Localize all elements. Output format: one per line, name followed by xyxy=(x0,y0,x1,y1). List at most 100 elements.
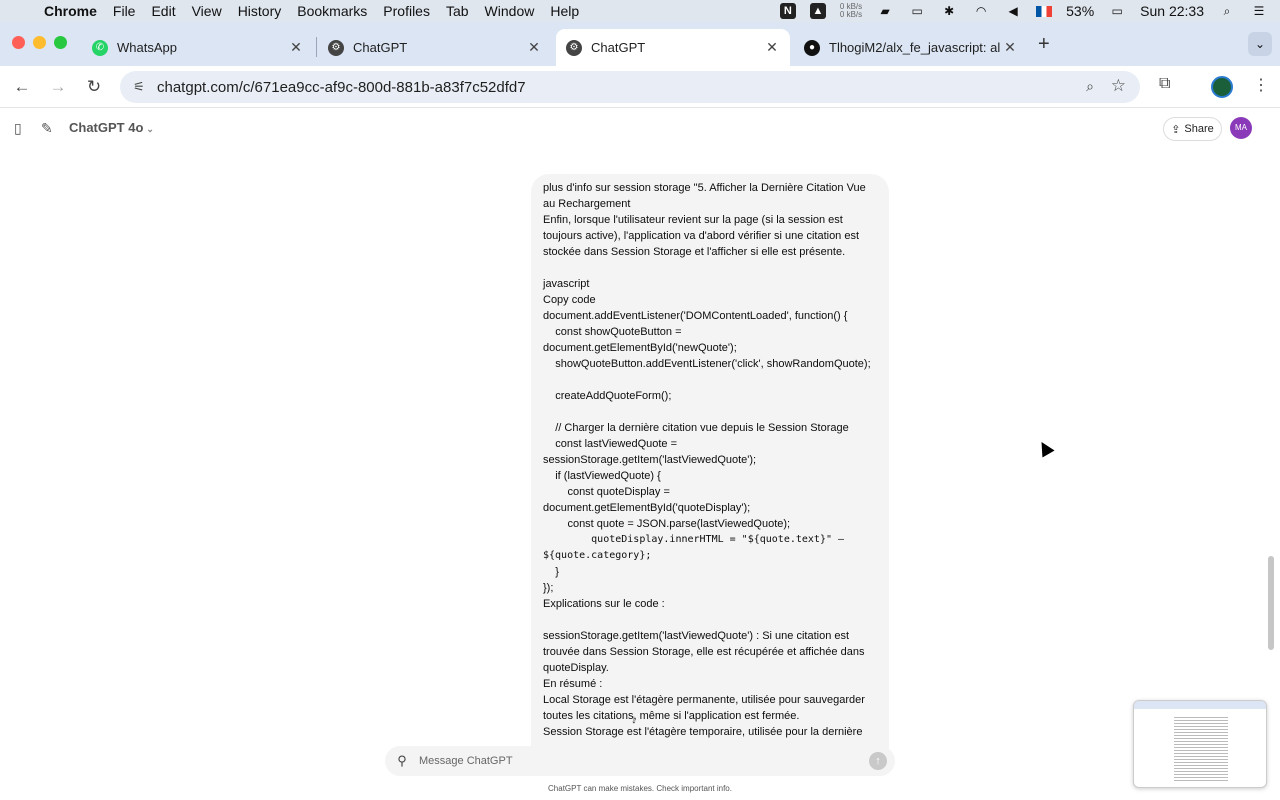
model-selector[interactable]: ChatGPT 4o ⌄ xyxy=(69,120,154,135)
menu-bookmarks[interactable]: Bookmarks xyxy=(289,3,375,19)
tab-search-chevron-icon[interactable]: ⌄ xyxy=(1248,32,1272,56)
new-chat-icon[interactable]: ✎ xyxy=(41,120,53,137)
menu-profiles[interactable]: Profiles xyxy=(375,3,438,19)
page-scrollbar[interactable] xyxy=(1268,556,1274,650)
tab-chatgpt-active[interactable]: ⚙ ChatGPT ✕ xyxy=(556,29,790,66)
net-down-speed: 0 kB/s xyxy=(839,10,863,19)
message-composer: ⚲ ↑ xyxy=(385,746,895,776)
menu-tab[interactable]: Tab xyxy=(438,3,477,19)
forward-arrow-icon[interactable]: → xyxy=(46,75,70,99)
wifi-icon[interactable]: ◠ xyxy=(972,4,990,18)
warning-app-icon[interactable]: ▲ xyxy=(809,3,826,19)
extensions-puzzle-icon[interactable]: ⧉ xyxy=(1159,75,1170,93)
close-window-button[interactable] xyxy=(12,36,25,49)
macos-menu-bar: Chrome File Edit View History Bookmarks … xyxy=(0,0,1280,22)
url-text[interactable]: chatgpt.com/c/671ea9cc-af9c-800d-881b-a8… xyxy=(157,79,526,96)
battery-icon[interactable]: ▭ xyxy=(1108,4,1126,18)
message-line: quoteDisplay.innerHTML = "${quote.text}"… xyxy=(543,534,845,545)
menu-app-chrome[interactable]: Chrome xyxy=(40,3,105,19)
volume-icon[interactable]: ◀ xyxy=(1004,4,1022,18)
tab-strip: ✆ WhatsApp ✕ ⚙ ChatGPT ✕ ⚙ ChatGPT ✕ ● T… xyxy=(0,22,1280,66)
new-tab-button[interactable]: + xyxy=(1038,33,1050,56)
message-line: showQuoteButton.addEventListener('click'… xyxy=(543,358,871,370)
message-line: toujours active), l'application va d'abo… xyxy=(543,230,860,242)
message-line: Copy code xyxy=(543,294,596,306)
user-message-bubble: plus d'info sur session storage "5. Affi… xyxy=(531,174,889,754)
bluetooth-icon[interactable]: ✱ xyxy=(940,4,958,18)
window-controls xyxy=(12,36,67,49)
minimize-window-button[interactable] xyxy=(33,36,46,49)
message-line xyxy=(543,612,877,628)
bookmark-star-icon[interactable]: ☆ xyxy=(1111,76,1126,96)
menu-help[interactable]: Help xyxy=(542,3,587,19)
input-source-flag-icon[interactable] xyxy=(1036,5,1053,17)
profile-avatar[interactable] xyxy=(1211,76,1233,98)
message-line: sessionStorage.getItem('lastViewedQuote'… xyxy=(543,630,850,642)
chatgpt-header: ▯ ✎ ChatGPT 4o ⌄ ⇪ Share MA xyxy=(0,108,1280,148)
menu-view[interactable]: View xyxy=(184,3,230,19)
zoom-icon[interactable]: ⌕ xyxy=(1086,78,1094,95)
message-line: } xyxy=(543,566,559,578)
message-line: Session Storage est l'étagère temporaire… xyxy=(543,726,863,738)
clock[interactable]: Sun 22:33 xyxy=(1140,3,1204,19)
battery-percent[interactable]: 53% xyxy=(1066,3,1094,19)
disclaimer-text: ChatGPT can make mistakes. Check importa… xyxy=(548,784,732,793)
message-input[interactable] xyxy=(419,755,869,767)
spotlight-search-icon[interactable]: ⌕ xyxy=(1218,4,1236,18)
browser-toolbar: ← → ↻ ⚟ chatgpt.com/c/671ea9cc-af9c-800d… xyxy=(0,66,1280,108)
close-tab-icon[interactable]: ✕ xyxy=(764,39,780,56)
attach-paperclip-icon[interactable]: ⚲ xyxy=(385,753,419,769)
scroll-down-arrow-icon[interactable]: ↓ xyxy=(631,712,637,726)
message-line: if (lastViewedQuote) { xyxy=(543,470,661,482)
message-line: // Charger la dernière citation vue depu… xyxy=(543,422,849,434)
control-center-icon[interactable]: ☰ xyxy=(1250,4,1268,18)
reload-icon[interactable]: ↻ xyxy=(82,75,106,99)
tab-title: ChatGPT xyxy=(353,40,408,55)
message-line: plus d'info sur session storage "5. Affi… xyxy=(543,182,866,194)
message-line: document.getElementById('quoteDisplay'); xyxy=(543,502,751,514)
message-line: quoteDisplay. xyxy=(543,662,609,674)
message-line: const quoteDisplay = xyxy=(543,486,670,498)
site-info-icon[interactable]: ⚟ xyxy=(124,79,154,95)
back-arrow-icon[interactable]: ← xyxy=(10,75,34,99)
notion-icon[interactable]: N xyxy=(779,3,796,19)
message-line: Local Storage est l'étagère permanente, … xyxy=(543,694,865,706)
message-line: Explications sur le code : xyxy=(543,598,665,610)
chat-bubble-icon[interactable]: ▰ xyxy=(876,4,894,18)
tab-title: WhatsApp xyxy=(117,40,177,55)
menu-window[interactable]: Window xyxy=(477,3,543,19)
message-line: toutes les citations, même si l'applicat… xyxy=(543,710,800,722)
send-arrow-icon[interactable]: ↑ xyxy=(869,752,887,770)
chevron-down-icon: ⌄ xyxy=(146,124,154,134)
message-line: const showQuoteButton = xyxy=(543,326,682,338)
chrome-menu-icon[interactable]: ⋮ xyxy=(1253,75,1269,95)
tab-github[interactable]: ● TlhogiM2/alx_fe_javascript: al ✕ xyxy=(794,29,1028,66)
tab-title: ChatGPT xyxy=(591,40,646,55)
network-speed: 0 kB/s 0 kB/s xyxy=(840,3,862,19)
mouse-cursor-icon xyxy=(1035,438,1055,458)
sidebar-toggle-icon[interactable]: ▯ xyxy=(14,120,22,137)
close-tab-icon[interactable]: ✕ xyxy=(1002,39,1018,56)
menu-file[interactable]: File xyxy=(105,3,144,19)
address-bar[interactable]: ⚟ chatgpt.com/c/671ea9cc-af9c-800d-881b-… xyxy=(120,71,1140,103)
share-icon: ⇪ xyxy=(1171,123,1181,136)
openai-icon: ⚙ xyxy=(328,39,344,56)
share-button[interactable]: ⇪ Share xyxy=(1163,117,1222,141)
message-line: stockée dans Session Storage et l'affich… xyxy=(543,246,846,258)
screenshot-thumbnail-preview[interactable] xyxy=(1133,700,1267,788)
message-line: createAddQuoteForm(); xyxy=(543,390,672,402)
airplay-icon[interactable]: ▭ xyxy=(908,4,926,18)
message-line: trouvée dans Session Storage, elle est r… xyxy=(543,646,865,658)
menu-history[interactable]: History xyxy=(230,3,290,19)
message-line: document.addEventListener('DOMContentLoa… xyxy=(543,310,848,322)
share-label: Share xyxy=(1184,123,1214,135)
tab-separator xyxy=(316,37,317,57)
tab-chatgpt-1[interactable]: ⚙ ChatGPT ✕ xyxy=(318,29,552,66)
menu-edit[interactable]: Edit xyxy=(143,3,183,19)
zoom-window-button[interactable] xyxy=(54,36,67,49)
close-tab-icon[interactable]: ✕ xyxy=(526,39,542,56)
close-tab-icon[interactable]: ✕ xyxy=(288,39,304,56)
tab-whatsapp[interactable]: ✆ WhatsApp ✕ xyxy=(82,29,314,66)
user-avatar[interactable]: MA xyxy=(1230,117,1252,139)
message-line: au Rechargement xyxy=(543,198,631,210)
